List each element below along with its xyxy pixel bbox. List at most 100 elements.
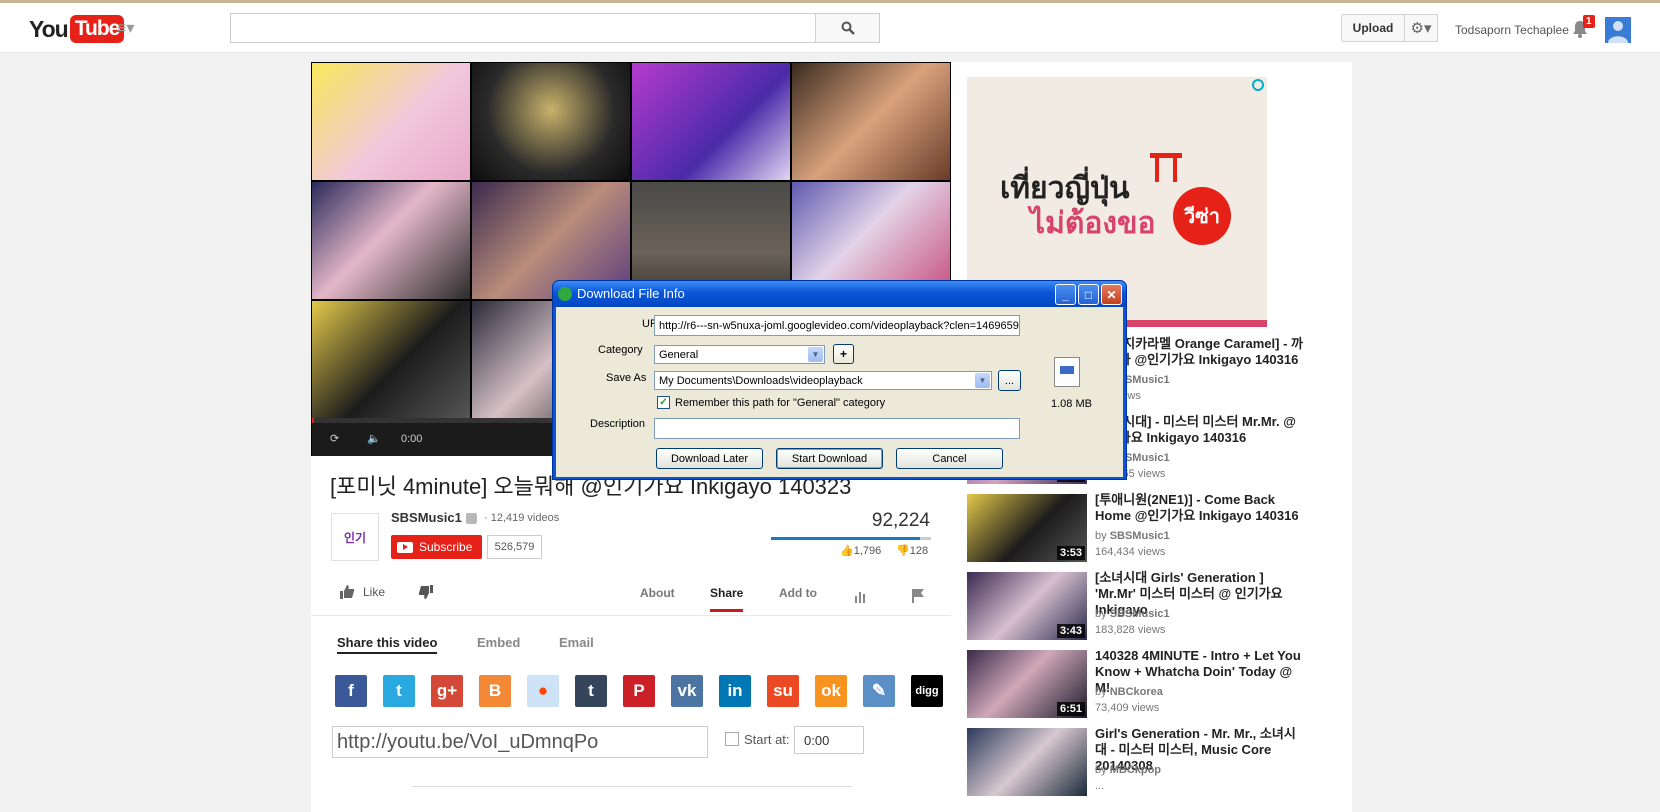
channel-video-count[interactable]: · 12,419 videos xyxy=(484,512,559,524)
like-count-value: 1,796 xyxy=(853,545,882,557)
related-views: ... xyxy=(1095,780,1105,792)
masthead: You Tube ≡▾ Upload ⚙▾ Todsaporn Techaple… xyxy=(0,3,1660,53)
chevron-down-icon: ▼ xyxy=(808,347,823,362)
add-category-button[interactable]: + xyxy=(833,344,854,364)
share-tab-embed[interactable]: Embed xyxy=(477,635,520,650)
ad-headline-line2: ไม่ต้องขอ xyxy=(1030,206,1156,241)
volume-icon[interactable]: 🔈 xyxy=(367,432,381,445)
video-duration: 3:43 xyxy=(1056,624,1085,638)
url-field[interactable]: http://r6---sn-w5nuxa-joml.googlevideo.c… xyxy=(654,315,1020,336)
livejournal-share-button[interactable]: ✎ xyxy=(863,675,895,707)
related-video-item[interactable]: 3:53 [투애니원(2NE1)] - Come Back Home @인기가요 … xyxy=(967,492,1307,568)
share-tab-share-this-video[interactable]: Share this video xyxy=(337,635,438,654)
collage-cell xyxy=(312,63,470,180)
like-button[interactable]: Like xyxy=(339,584,385,600)
notification-count-badge: 1 xyxy=(1583,15,1595,28)
video-duration: 3:53 xyxy=(1056,546,1085,560)
verified-check-icon xyxy=(466,513,477,524)
related-thumbnail[interactable] xyxy=(967,728,1087,796)
category-select[interactable]: General ▼ xyxy=(654,345,825,364)
twitter-share-button[interactable]: t xyxy=(383,675,415,707)
channel-avatar[interactable]: 인기 xyxy=(331,513,379,561)
close-button[interactable]: ✕ xyxy=(1101,284,1122,305)
tab-add-to[interactable]: Add to xyxy=(779,586,817,600)
related-thumbnail[interactable]: 6:51 xyxy=(967,650,1087,718)
search-button[interactable] xyxy=(815,14,879,42)
related-channel-name[interactable]: MBCkpop xyxy=(1110,764,1161,776)
stumbleupon-share-button[interactable]: su xyxy=(767,675,799,707)
youtube-play-icon xyxy=(397,541,413,553)
stats-icon[interactable] xyxy=(854,589,868,603)
view-count: 92,224 xyxy=(871,510,930,531)
save-as-value: My Documents\Downloads\videoplayback xyxy=(659,374,863,387)
collage-cell xyxy=(312,182,470,299)
settings-gear-icon[interactable]: ⚙▾ xyxy=(1404,14,1438,42)
cancel-button[interactable]: Cancel xyxy=(896,448,1003,469)
search-input[interactable] xyxy=(231,14,815,42)
tab-share[interactable]: Share xyxy=(710,586,744,612)
maximize-button[interactable]: □ xyxy=(1078,284,1099,305)
related-channel-name[interactable]: SBSMusic1 xyxy=(1110,530,1170,542)
tumblr-share-button[interactable]: t xyxy=(575,675,607,707)
share-tab-email[interactable]: Email xyxy=(559,635,594,650)
user-avatar[interactable] xyxy=(1605,17,1631,43)
related-channel-name[interactable]: NBCkorea xyxy=(1110,686,1163,698)
channel-name[interactable]: SBSMusic1 xyxy=(391,510,462,525)
save-as-select[interactable]: My Documents\Downloads\videoplayback ▼ xyxy=(654,371,992,390)
share-url-field[interactable]: http://youtu.be/VoI_uDmnqPo xyxy=(332,726,708,758)
replay-icon[interactable]: ⟳ xyxy=(330,432,339,445)
username[interactable]: Todsaporn Techaplee xyxy=(1455,23,1569,37)
download-later-button[interactable]: Download Later xyxy=(656,448,763,469)
vk-share-button[interactable]: vk xyxy=(671,675,703,707)
ad-badge: วีซ่า xyxy=(1173,187,1231,245)
dislike-count-value: 128 xyxy=(909,545,929,557)
dislike-button[interactable] xyxy=(418,584,434,603)
related-views: 164,434 views xyxy=(1095,546,1166,558)
video-duration: 6:51 xyxy=(1056,702,1085,716)
related-video-item[interactable]: 3:43 [소녀시대 Girls' Generation ] 'Mr.Mr' 미스… xyxy=(967,570,1307,646)
google-plus-share-button[interactable]: g+ xyxy=(431,675,463,707)
dialog-titlebar[interactable]: Download File Info _ □ ✕ xyxy=(553,281,1126,307)
collage-cell xyxy=(312,301,470,418)
description-field[interactable] xyxy=(654,418,1020,439)
related-channel-name[interactable]: SBSMusic1 xyxy=(1110,608,1170,620)
subscribe-label: Subscribe xyxy=(419,540,473,554)
file-icon xyxy=(1054,357,1080,387)
related-thumbnail[interactable]: 3:43 xyxy=(967,572,1087,640)
related-video-item[interactable]: Girl's Generation - Mr. Mr., 소녀시대 - 미스터 … xyxy=(967,726,1307,802)
start-at-checkbox[interactable] xyxy=(725,732,739,746)
share-panel: Share this video Embed Email f t g+ B ● t Pvk i… xyxy=(311,617,951,812)
upload-button[interactable]: Upload xyxy=(1341,14,1405,42)
minimize-button[interactable]: _ xyxy=(1055,284,1076,305)
dislike-count: 👎128 xyxy=(896,545,929,557)
browse-button[interactable]: ... xyxy=(998,370,1021,391)
related-video-item[interactable]: 6:51 140328 4MINUTE - Intro + Let You Kno… xyxy=(967,648,1307,724)
related-thumbnail[interactable]: 3:53 xyxy=(967,494,1087,562)
ad-info-icon[interactable] xyxy=(1252,79,1264,91)
torii-gate-icon xyxy=(1150,153,1182,182)
related-views: 73,409 views xyxy=(1095,702,1160,714)
linkedin-share-button[interactable]: in xyxy=(719,675,751,707)
like-sentiment-bar xyxy=(771,537,931,540)
youtube-logo[interactable]: You Tube xyxy=(29,14,125,44)
odnoklassniki-share-button[interactable]: ok xyxy=(815,675,847,707)
start-at-time-field[interactable]: 0:00 xyxy=(794,726,864,754)
blogger-share-button[interactable]: B xyxy=(479,675,511,707)
thumbs-down-icon xyxy=(418,585,433,599)
subscribe-button[interactable]: Subscribe xyxy=(391,535,482,559)
tab-about[interactable]: About xyxy=(640,586,675,600)
start-at-label: Start at: xyxy=(744,732,790,747)
like-label: Like xyxy=(363,585,386,599)
guide-menu-icon[interactable]: ≡▾ xyxy=(117,21,143,37)
related-views: 183,828 views xyxy=(1095,624,1166,636)
related-title[interactable]: [투애니원(2NE1)] - Come Back Home @인기가요 Inki… xyxy=(1095,492,1305,524)
start-download-button[interactable]: Start Download xyxy=(776,448,883,469)
player-time: 0:00 xyxy=(401,433,423,445)
reddit-share-button[interactable]: ● xyxy=(527,675,559,707)
digg-share-button[interactable]: digg xyxy=(911,675,943,707)
facebook-share-button[interactable]: f xyxy=(335,675,367,707)
remember-path-checkbox[interactable]: ✓ xyxy=(657,396,670,409)
pinterest-share-button[interactable]: P xyxy=(623,675,655,707)
divider xyxy=(412,786,852,787)
flag-icon[interactable] xyxy=(911,588,925,603)
